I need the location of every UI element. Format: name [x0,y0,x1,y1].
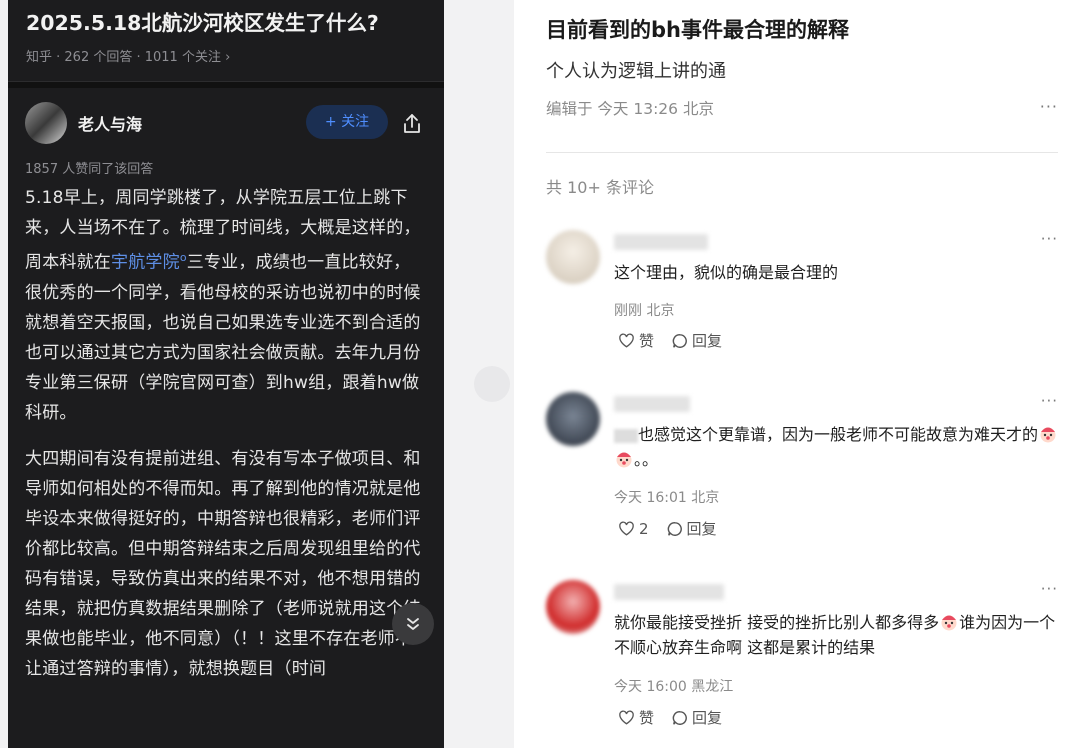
heart-icon [619,521,634,536]
reply-button[interactable]: 回复 [672,330,722,351]
commenter-name[interactable] [614,584,724,600]
avatar[interactable] [546,580,600,634]
more-icon[interactable]: ··· [1040,97,1058,116]
reply-button[interactable]: 回复 [667,518,717,539]
answer-paragraph: 5.18早上，周同学跳楼了，从学院五层工位上跳下来，人当场不在了。梳理了时间线，… [25,183,426,428]
search-icon[interactable]: o [180,251,187,264]
reply-label: 回复 [692,709,723,727]
article-subtitle: 个人认为逻辑上讲的通 [546,61,726,82]
reply-icon [667,521,682,536]
topic-link[interactable]: 宇航学院 [111,253,180,273]
like-button[interactable]: 2 [618,520,649,538]
like-button[interactable]: 赞 [618,330,654,351]
reply-icon [672,333,687,348]
reply-label: 回复 [686,520,717,538]
comment-meta: 今天 16:01 北京 [614,490,720,506]
more-icon[interactable]: ··· [1041,230,1058,248]
answer-text: 三专业，成绩也一直比较好，很优秀的一个同学，看他母校的采访也说初中的时候就想着空… [25,252,421,423]
comment-actions: 赞 回复 [618,707,740,728]
nav-arrow-button[interactable] [474,366,510,402]
comment-text-block: 就你最能接受挫折 接受的挫折比别人都多得多 谁为因为一个不顺心放弃生命啊 这都是累… [614,610,1058,660]
comment-actions: 2 回复 [618,518,735,539]
edit-time: 编辑于 今天 13:26 北京 [546,100,714,118]
heart-icon [619,333,634,348]
article-title: 目前看到的bh事件最合理的解释 [546,18,849,42]
comment-text-end: 。。 [634,450,659,469]
article-panel: 目前看到的bh事件最合理的解释 个人认为逻辑上讲的通 编辑于 今天 13:26 … [514,0,1080,748]
comment-text: 这个理由，貌似的确是最合理的 [614,263,839,282]
commenter-name[interactable] [614,234,708,250]
question-header: 2025.5.18北航沙河校区发生了什么? 知乎 · 262 个回答 · 101… [8,0,444,82]
like-label: 赞 [639,332,655,350]
comment-meta: 刚刚 北京 [614,303,675,319]
scroll-down-button[interactable] [392,603,434,645]
answer-panel: 2025.5.18北航沙河校区发生了什么? 知乎 · 262 个回答 · 101… [8,0,444,748]
author-avatar[interactable] [25,102,67,144]
comment-text-block: 也感觉这个更靠谱，因为一般老师不可能故意为难天才的。。 [614,422,1058,472]
share-icon[interactable] [400,112,424,136]
reply-label: 回复 [692,332,723,350]
answer-body: 5.18早上，周同学跳楼了，从学院五层工位上跳下来，人当场不在了。梳理了时间线，… [8,177,444,684]
edit-info: 编辑于 今天 13:26 北京 ··· [546,97,1058,121]
vote-count: 1857 人赞同了该回答 [25,162,154,177]
author-name[interactable]: 老人与海 [78,111,142,135]
comment-text: 就你最能接受挫折 接受的挫折比别人都多得多 [614,613,940,632]
clown-emoji-icon [1040,427,1056,443]
chevron-down-icon [407,618,419,630]
follow-button[interactable]: + 关注 [306,105,388,139]
reply-icon [672,710,687,725]
like-label: 赞 [639,709,655,727]
clown-emoji-icon [941,615,957,631]
avatar[interactable] [546,230,600,284]
reply-button[interactable]: 回复 [672,707,722,728]
more-icon[interactable]: ··· [1041,392,1058,410]
avatar[interactable] [546,392,600,446]
heart-icon [619,710,634,725]
commenter-name[interactable] [614,396,690,412]
question-title[interactable]: 2025.5.18北航沙河校区发生了什么? [26,8,426,38]
like-button[interactable]: 赞 [618,707,654,728]
comment-meta: 今天 16:00 黑龙江 [614,679,734,695]
comment-actions: 赞 回复 [618,330,740,351]
divider [546,152,1058,153]
like-count: 2 [639,519,649,538]
question-meta[interactable]: 知乎 · 262 个回答 · 1011 个关注 › [26,46,426,65]
mentioned-user[interactable] [614,428,638,443]
more-icon[interactable]: ··· [1041,580,1058,598]
comment-count: 共 10+ 条评论 [546,178,654,197]
answer-paragraph: 大四期间有没有提前进组、有没有写本子做项目、和导师如何相处的不得而知。再了解到他… [25,448,421,679]
clown-emoji-icon [616,452,632,468]
author-row: 老人与海 + 关注 [8,88,444,158]
comment-text: 也感觉这个更靠谱，因为一般老师不可能故意为难天才的 [638,425,1039,444]
